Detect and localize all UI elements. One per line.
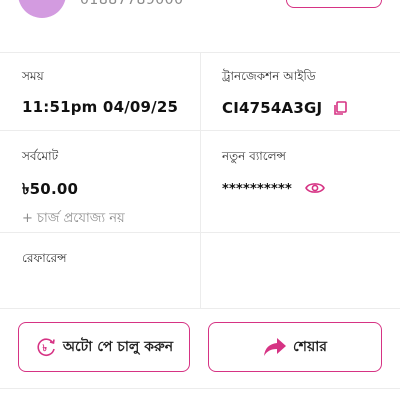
charge-note: + চার্জ প্রযোজ্য নয় <box>22 211 125 226</box>
autopay-label: অটো পে চালু করুন <box>62 339 174 355</box>
autopay-icon: ৳ <box>37 338 55 356</box>
share-icon <box>264 338 286 356</box>
share-label: শেয়ার <box>293 339 327 355</box>
total-section: সর্বমোট ৳50.00 + চার্জ প্রযোজ্য নয় <box>22 148 125 230</box>
transaction-details-screen: 01887789000 সময় 11:51pm 04/09/25 ট্রানজ… <box>0 0 400 400</box>
time-label: সময় <box>22 69 44 83</box>
avatar <box>18 0 66 18</box>
eye-icon[interactable] <box>305 180 325 194</box>
time-value: 11:51pm 04/09/25 <box>22 98 179 116</box>
share-button[interactable]: শেয়ার <box>208 322 382 372</box>
total-label: সর্বমোট <box>22 149 59 163</box>
balance-section: নতুন ব্যালেন্স ********** <box>222 148 325 197</box>
header-action-button[interactable] <box>286 0 382 8</box>
transaction-id-label: ট্রানজেকশন আইডি <box>222 69 316 83</box>
transaction-id-section: ট্রানজেকশন আইডি CI4754A3GJ <box>222 68 348 117</box>
divider-vertical <box>200 52 201 308</box>
svg-text:৳: ৳ <box>42 344 47 354</box>
balance-row: ********** <box>222 178 325 197</box>
phone-number: 01887789000 <box>80 0 184 8</box>
transaction-id-row: CI4754A3GJ <box>222 98 348 117</box>
header: 01887789000 <box>0 0 400 52</box>
balance-value: ********** <box>222 182 292 197</box>
transaction-id-value: CI4754A3GJ <box>222 99 323 117</box>
reference-label: রেফারেন্স <box>22 251 67 265</box>
autopay-button[interactable]: ৳ অটো পে চালু করুন <box>18 322 190 372</box>
reference-section: রেফারেন্স <box>22 250 67 270</box>
copy-icon[interactable] <box>333 100 348 115</box>
total-value: ৳50.00 <box>22 180 79 198</box>
balance-label: নতুন ব্যালেন্স <box>222 149 286 163</box>
divider <box>0 388 400 389</box>
divider <box>0 308 400 309</box>
time-section: সময় 11:51pm 04/09/25 <box>22 68 178 116</box>
